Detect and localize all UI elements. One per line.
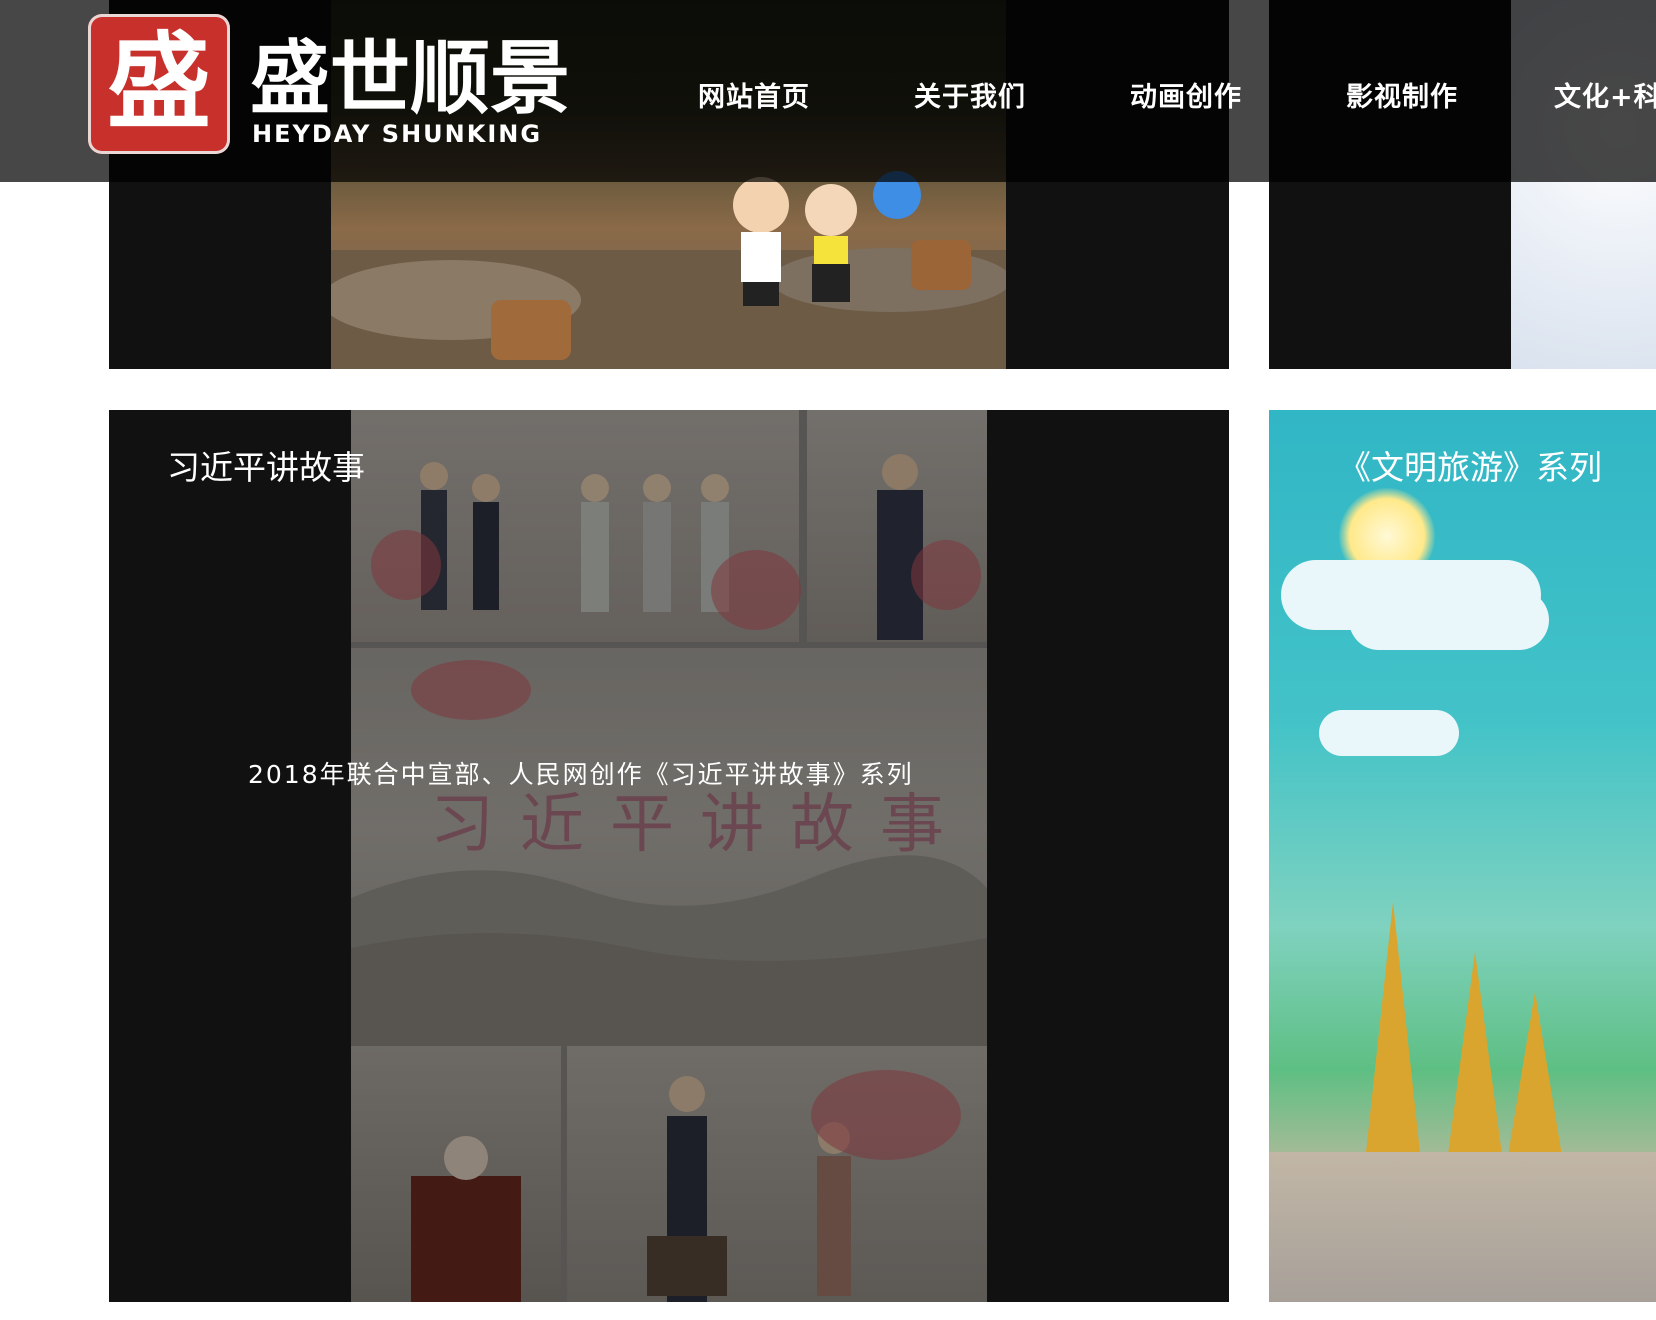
cloud-illustration — [1349, 590, 1549, 650]
nav-item-culture-tech[interactable]: 文化+科 — [1554, 78, 1656, 118]
cloud-illustration — [1319, 710, 1459, 756]
nav-item-about[interactable]: 关于我们 — [914, 78, 1026, 118]
civilized-tourism-card[interactable] — [1269, 410, 1656, 1302]
calligraphy-title: 习近平讲故事 — [430, 788, 970, 862]
nav-item-home[interactable]: 网站首页 — [698, 78, 810, 118]
nav-item-animation[interactable]: 动画创作 — [1130, 78, 1242, 118]
site-header: 盛 盛世顺景 HEYDAY SHUNKING 网站首页 关于我们 动画创作 影视… — [0, 0, 1656, 182]
card-title[interactable]: 习近平讲故事 — [167, 446, 365, 490]
card-title[interactable]: 《文明旅游》系列 — [1338, 446, 1602, 490]
logo-mark-glyph: 盛 — [106, 20, 211, 143]
pagoda-illustration — [1507, 992, 1563, 1162]
logo-name-en[interactable]: HEYDAY SHUNKING — [252, 120, 542, 148]
nav-item-film[interactable]: 影视制作 — [1346, 78, 1458, 118]
card-subtitle: 2018年联合中宣部、人民网创作《习近平讲故事》系列 — [248, 760, 914, 789]
logo-name-cn[interactable]: 盛世顺景 — [250, 34, 570, 124]
plaza-illustration — [1269, 1152, 1656, 1302]
logo-icon[interactable]: 盛 — [88, 14, 230, 154]
pagoda-illustration — [1447, 952, 1503, 1162]
pagoda-illustration — [1365, 902, 1421, 1162]
